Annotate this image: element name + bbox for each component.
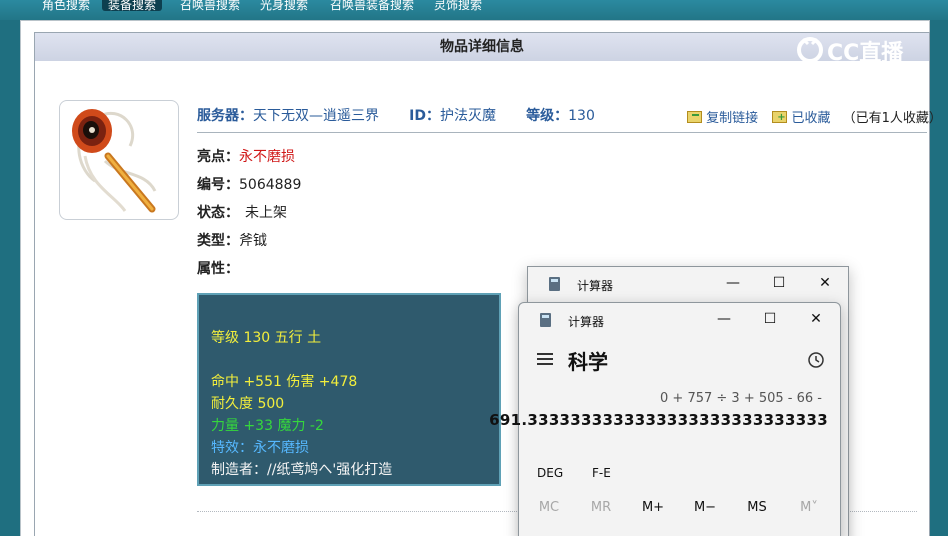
nav-role-search[interactable]: 角色搜索 [42, 0, 90, 11]
nav-equipment-search[interactable]: 装备搜索 [102, 0, 163, 11]
attr-level-element: 等级 130 五行 土 [211, 330, 322, 346]
attr-maker: 制造者：//纸鸢鸠へ'强化打造 [211, 462, 393, 478]
angle-unit-button[interactable]: DEG [537, 466, 563, 480]
hamburger-menu-icon[interactable] [537, 353, 553, 365]
window-title: 计算器 [568, 315, 605, 329]
type-value: 斧钺 [239, 233, 267, 249]
nav-summon-search[interactable]: 召唤兽搜索 [180, 0, 240, 11]
memory-subtract-button[interactable]: M− [683, 500, 727, 518]
maximize-button[interactable]: ☐ [747, 303, 793, 335]
id-value: 护法灭魔 [439, 108, 496, 124]
calculator-icon [549, 277, 560, 291]
nav-accessory-search[interactable]: 灵饰搜索 [434, 0, 482, 11]
nav-bare-search[interactable]: 光身搜索 [260, 0, 308, 11]
fe-button[interactable]: F-E [592, 466, 611, 480]
attr-special-effect: 特效：永不磨损 [211, 440, 309, 456]
maximize-button[interactable]: ☐ [756, 267, 802, 299]
calculator-mode: 科学 [568, 350, 608, 374]
memory-store-button[interactable]: MS [735, 500, 779, 518]
attr-strength-magic: 力量 +33 魔力 -2 [211, 418, 324, 434]
status-value: 未上架 [245, 205, 287, 221]
id-label: ID： [409, 108, 440, 124]
copy-link-icon [687, 111, 702, 123]
favorited-button[interactable]: 已收藏 [791, 111, 830, 126]
info-divider [197, 132, 927, 133]
close-button[interactable]: ✕ [802, 267, 848, 299]
memory-list-button[interactable]: M˅ [787, 500, 831, 518]
level-value: 130 [568, 108, 595, 124]
cc-live-watermark: CC直播 [795, 32, 920, 68]
highlight-value: 永不磨损 [239, 149, 295, 165]
number-row: 编号：5064889 [197, 174, 301, 194]
watermark-text: CC直播 [827, 41, 904, 66]
attr-durability: 耐久度 500 [211, 396, 285, 412]
item-actions: 复制链接 + 已收藏 （已有1人收藏） [687, 107, 942, 126]
calculator-icon [540, 313, 551, 327]
memory-recall-button[interactable]: MR [579, 500, 623, 518]
item-info-row: 服务器：天下无双—逍遥三界 ID：护法灭魔 等级：130 [197, 105, 595, 125]
window-title: 计算器 [577, 279, 614, 293]
attr-row: 属性： [197, 258, 239, 278]
status-label: 状态： [197, 205, 239, 221]
attr-hit-damage: 命中 +551 伤害 +478 [211, 374, 358, 390]
cc-logo-icon [797, 37, 823, 63]
minimize-button[interactable]: — [701, 303, 747, 335]
type-label: 类型： [197, 233, 239, 249]
highlight-row: 亮点：永不磨损 [197, 146, 295, 166]
memory-clear-button[interactable]: MC [527, 500, 571, 518]
favorite-count: （已有1人收藏） [842, 111, 942, 126]
server-label: 服务器： [197, 108, 253, 124]
expression-display: 0 + 757 ÷ 3 + 505 - 66 - [660, 391, 822, 406]
attr-label: 属性： [197, 261, 239, 277]
result-display: 691.3333333333333333333333333333 [489, 411, 828, 429]
copy-link-button[interactable]: 复制链接 [706, 111, 758, 126]
attribute-box: 等级 130 五行 土 命中 +551 伤害 +478 耐久度 500 力量 +… [197, 293, 501, 486]
memory-add-button[interactable]: M+ [631, 500, 675, 518]
nav-summon-equip-search[interactable]: 召唤兽装备搜索 [330, 0, 414, 11]
type-row: 类型：斧钺 [197, 230, 267, 250]
highlight-label: 亮点： [197, 149, 239, 165]
minimize-button[interactable]: — [710, 267, 756, 299]
calculator-window[interactable]: 计算器 — ☐ ✕ 科学 0 + 757 ÷ 3 + 505 - 66 - 69… [489, 302, 841, 536]
status-row: 状态： 未上架 [197, 202, 287, 222]
top-nav: 角色搜索 装备搜索 召唤兽搜索 光身搜索 召唤兽装备搜索 灵饰搜索 [0, 0, 948, 20]
close-button[interactable]: ✕ [793, 303, 839, 335]
number-value: 5064889 [239, 177, 302, 193]
server-value: 天下无双—逍遥三界 [253, 108, 379, 124]
favorite-icon: + [772, 111, 788, 123]
history-icon[interactable] [807, 351, 825, 369]
item-image [59, 100, 179, 220]
axe-weapon-icon [72, 109, 157, 213]
level-label: 等级： [526, 108, 569, 124]
number-label: 编号： [197, 177, 239, 193]
